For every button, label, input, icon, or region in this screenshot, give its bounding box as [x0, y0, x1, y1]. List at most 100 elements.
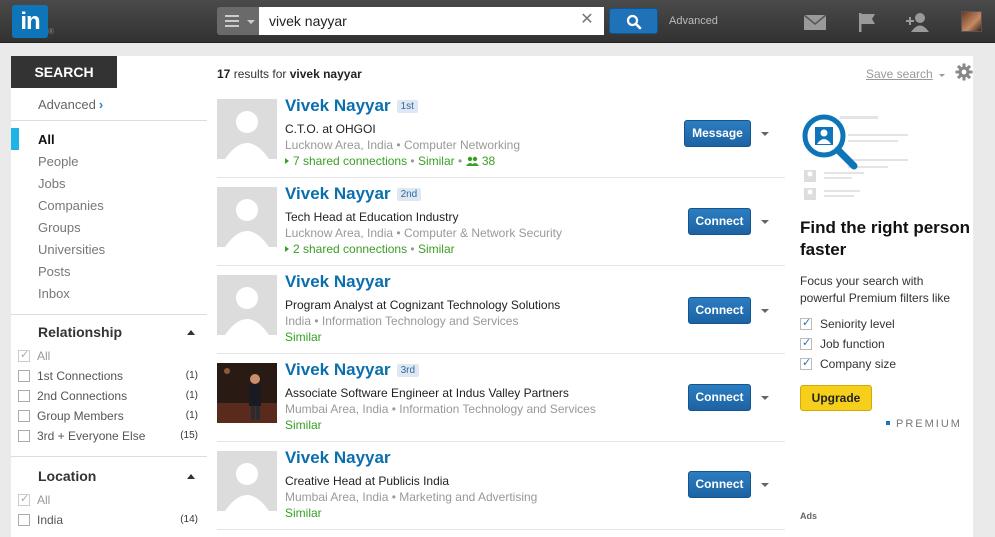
filter-people[interactable]: People — [38, 154, 78, 169]
more-actions-chevron-icon[interactable] — [761, 483, 769, 487]
chevron-down-icon[interactable] — [939, 74, 945, 77]
feature-item: Seniority level — [800, 316, 895, 331]
results-count: 17 — [217, 67, 231, 81]
advanced-search-link[interactable]: Advanced — [669, 15, 718, 27]
add-connections-icon[interactable] — [906, 11, 930, 33]
filter-companies[interactable]: Companies — [38, 198, 104, 213]
result-industry: Information Technology and Services — [399, 402, 596, 416]
results-summary: 17 results for vivek nayyar — [217, 67, 362, 81]
relationship-option-group-members[interactable]: Group Members (1) — [18, 408, 198, 424]
top-navigation-bar: in ® ✕ Advanced — [0, 0, 995, 43]
more-actions-chevron-icon[interactable] — [761, 396, 769, 400]
feature-label: Job function — [820, 337, 885, 351]
result-name: Vivek Nayyar — [285, 272, 391, 291]
profile-avatar[interactable] — [961, 11, 982, 32]
similar-link[interactable]: Similar — [285, 418, 322, 432]
more-actions-chevron-icon[interactable] — [761, 220, 769, 224]
search-button[interactable] — [609, 8, 658, 34]
more-actions-chevron-icon[interactable] — [761, 132, 769, 136]
result-headline: Associate Software Engineer at Indus Val… — [285, 386, 569, 400]
option-count: (14) — [180, 514, 198, 525]
similar-link[interactable]: Similar — [285, 330, 322, 344]
result-name: Vivek Nayyar — [285, 184, 391, 203]
search-people-illustration-icon — [802, 114, 908, 200]
option-count: (15) — [180, 430, 198, 441]
flag-icon[interactable] — [856, 11, 880, 33]
search-filters-sidebar: SEARCH Advanced › All People Jobs Compani… — [11, 56, 207, 537]
save-search-link[interactable]: Save search — [866, 67, 933, 81]
location-option-india[interactable]: India (14) — [18, 512, 198, 528]
linkedin-logo[interactable]: in — [12, 5, 48, 38]
result-item: Vivek Nayyar 2nd Tech Head at Education I… — [217, 178, 785, 266]
checkbox[interactable] — [18, 492, 30, 506]
collapse-icon[interactable] — [187, 330, 195, 335]
shared-connections-link[interactable]: 2 shared connections — [293, 242, 407, 256]
filter-posts[interactable]: Posts — [38, 264, 71, 279]
checkbox[interactable] — [18, 370, 30, 382]
checkbox[interactable] — [18, 514, 30, 526]
profile-photo-placeholder[interactable] — [217, 451, 277, 511]
relationship-option-3rd[interactable]: 3rd + Everyone Else (15) — [18, 428, 198, 444]
more-actions-chevron-icon[interactable] — [761, 309, 769, 313]
shared-connections-link[interactable]: 7 shared connections — [293, 154, 407, 168]
feature-label: Seniority level — [820, 317, 895, 331]
search-input[interactable] — [259, 7, 604, 35]
profile-photo[interactable] — [217, 363, 277, 423]
connection-degree-badge: 3rd — [396, 364, 420, 377]
result-item: Vivek Nayyar 1st C.T.O. at OHGOI Lucknow … — [217, 90, 785, 178]
group-count[interactable]: 38 — [482, 154, 495, 168]
profile-photo-placeholder[interactable] — [217, 275, 277, 335]
clear-icon[interactable]: ✕ — [578, 10, 596, 30]
groups-icon — [465, 156, 479, 166]
similar-link[interactable]: Similar — [285, 506, 322, 520]
result-name-link[interactable]: Vivek Nayyar 2nd — [285, 184, 422, 204]
filter-inbox[interactable]: Inbox — [38, 286, 70, 301]
collapse-icon[interactable] — [187, 474, 195, 479]
similar-link[interactable]: Similar — [418, 242, 455, 256]
connect-button[interactable]: Connect — [688, 297, 751, 324]
advanced-filters-link[interactable]: Advanced › — [38, 97, 103, 112]
result-name-link[interactable]: Vivek Nayyar — [285, 448, 391, 468]
result-industry: Computer & Network Security — [403, 226, 563, 240]
similar-link[interactable]: Similar — [418, 154, 455, 168]
checkbox[interactable] — [18, 430, 30, 442]
feature-label: Company size — [820, 357, 897, 371]
active-filter-indicator — [11, 128, 19, 150]
result-name-link[interactable]: Vivek Nayyar 3rd — [285, 360, 420, 380]
checkbox[interactable] — [18, 410, 30, 422]
relationship-section-title[interactable]: Relationship — [38, 324, 122, 340]
message-button[interactable]: Message — [684, 120, 751, 147]
location-section-title[interactable]: Location — [38, 468, 96, 484]
upgrade-button[interactable]: Upgrade — [800, 385, 872, 411]
search-type-menu-button[interactable] — [217, 7, 259, 35]
result-industry: Marketing and Advertising — [399, 490, 538, 504]
result-headline: Tech Head at Education Industry — [285, 210, 459, 224]
result-name-link[interactable]: Vivek Nayyar — [285, 272, 391, 292]
relationship-option-all[interactable]: All — [18, 348, 198, 364]
profile-photo-placeholder[interactable] — [217, 99, 277, 159]
location-option-all[interactable]: All — [18, 492, 198, 508]
checkbox[interactable] — [18, 348, 30, 362]
connect-button[interactable]: Connect — [688, 208, 751, 235]
chevron-right-icon: › — [98, 97, 104, 112]
option-count: (1) — [185, 390, 198, 401]
relationship-option-2nd[interactable]: 2nd Connections (1) — [18, 388, 198, 404]
result-item: Vivek Nayyar Creative Head at Publicis I… — [217, 442, 785, 530]
filter-universities[interactable]: Universities — [38, 242, 105, 257]
option-label: India — [37, 513, 64, 527]
filter-jobs[interactable]: Jobs — [38, 176, 65, 191]
checkbox[interactable] — [18, 390, 30, 402]
profile-photo-placeholder[interactable] — [217, 187, 277, 247]
gear-icon[interactable] — [955, 63, 973, 81]
option-label: 1st Connections — [37, 369, 124, 383]
result-name-link[interactable]: Vivek Nayyar 1st — [285, 96, 418, 116]
messages-icon[interactable] — [803, 11, 827, 33]
connect-button[interactable]: Connect — [688, 471, 751, 498]
filter-all[interactable]: All — [38, 132, 55, 147]
connect-button[interactable]: Connect — [688, 384, 751, 411]
result-headline: Program Analyst at Cognizant Technology … — [285, 298, 561, 312]
option-count: (1) — [185, 410, 198, 421]
filter-groups[interactable]: Groups — [38, 220, 81, 235]
connection-degree-badge: 1st — [396, 100, 418, 113]
relationship-option-1st[interactable]: 1st Connections (1) — [18, 368, 198, 384]
